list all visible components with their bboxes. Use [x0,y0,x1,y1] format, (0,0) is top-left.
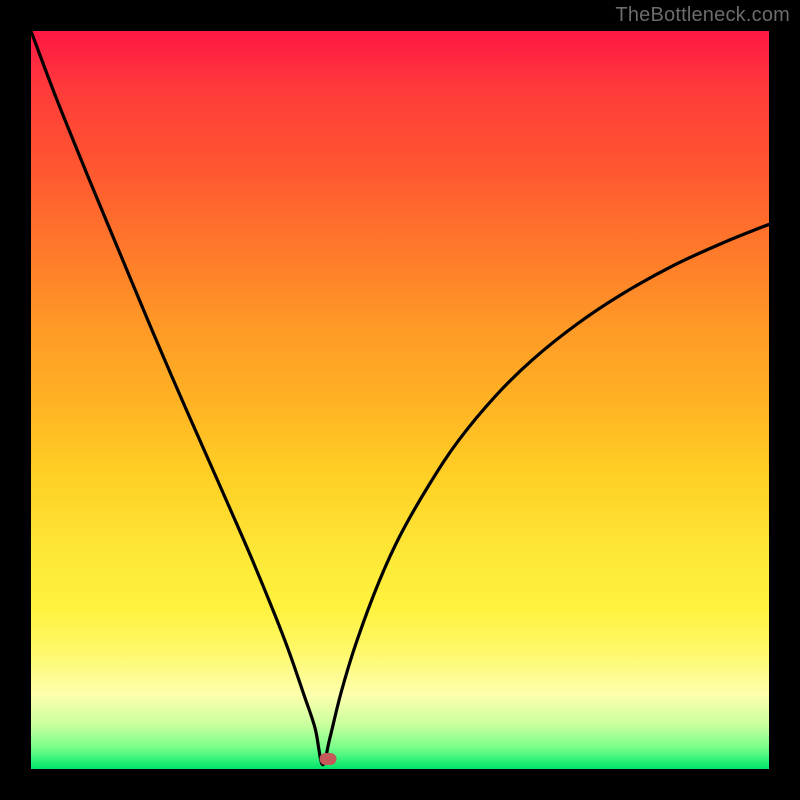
watermark-text: TheBottleneck.com [615,4,790,27]
bottleneck-curve [31,31,769,769]
optimal-point-marker [319,753,336,765]
plot-area [31,31,769,769]
chart-frame: TheBottleneck.com [0,0,800,800]
